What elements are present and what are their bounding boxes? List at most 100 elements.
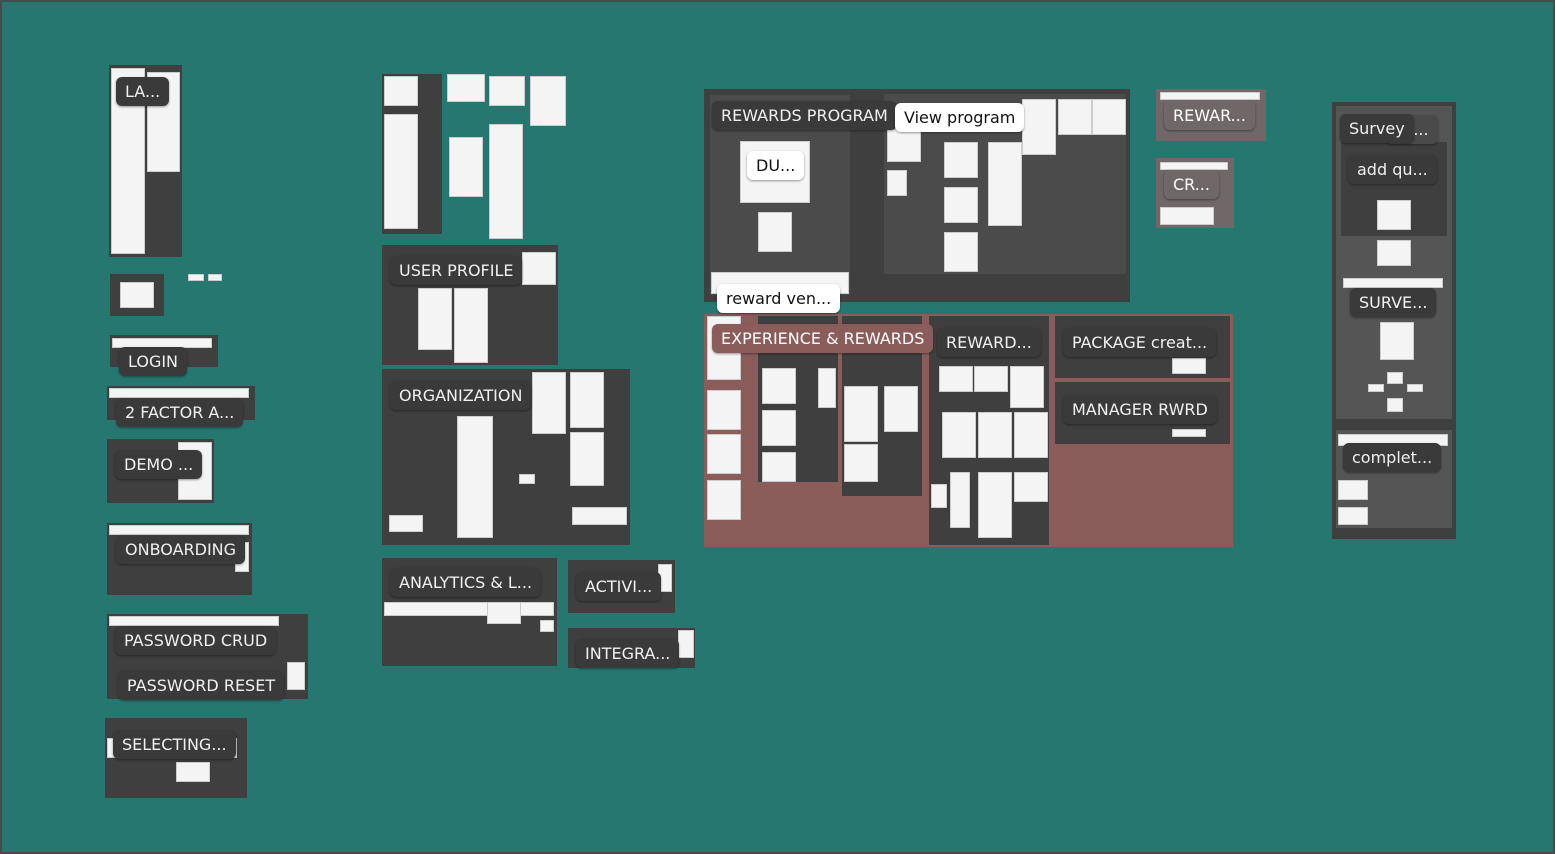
screen-thumbnail[interactable] [532,372,566,434]
screen-thumbnail[interactable] [572,507,627,525]
screen-thumbnail[interactable] [887,170,907,196]
screen-thumbnail[interactable] [418,288,452,350]
section-label-reward-vendor[interactable]: reward ven... [717,284,841,313]
screen-thumbnail[interactable] [454,288,488,363]
section-label-cr[interactable]: CR... [1164,170,1219,199]
screen-thumbnail[interactable] [1092,99,1126,135]
screen-thumbnail[interactable] [988,142,1022,226]
screen-thumbnail[interactable] [758,212,792,252]
screen-thumbnail[interactable] [762,410,796,446]
section-label-login[interactable]: LOGIN [119,347,188,376]
screen-thumbnail[interactable] [489,124,523,239]
screen-thumbnail[interactable] [1010,366,1044,408]
screen-thumbnail[interactable] [384,114,418,229]
screen-thumbnail[interactable] [944,187,978,223]
screen-thumbnail[interactable] [939,366,973,392]
screen-thumbnail[interactable] [570,432,604,486]
screen-thumbnail[interactable] [762,452,796,482]
screen-thumbnail[interactable] [1387,398,1403,412]
section-label-reward[interactable]: REWARD... [937,328,1041,357]
screen-thumbnail[interactable] [109,616,279,626]
screen-thumbnail[interactable] [1338,480,1368,500]
screen-thumbnail[interactable] [1377,200,1411,230]
screen-thumbnail[interactable] [188,274,204,281]
section-label-onboarding[interactable]: ONBOARDING [116,535,246,564]
screen-thumbnail[interactable] [1172,429,1206,437]
screen-thumbnail[interactable] [522,252,556,285]
screen-thumbnail[interactable] [120,282,154,308]
screen-thumbnail[interactable] [449,137,483,197]
section-label-view-program[interactable]: View program [895,103,1025,132]
screen-thumbnail[interactable] [287,662,305,690]
screen-thumbnail[interactable] [707,480,741,520]
screen-thumbnail[interactable] [489,76,525,106]
section-label-rewar[interactable]: REWAR... [1164,101,1255,130]
section-label-rewards-program[interactable]: REWARDS PROGRAM [712,101,897,130]
screen-thumbnail[interactable] [944,232,978,272]
screen-thumbnail[interactable] [762,368,796,404]
screen-thumbnail[interactable] [1172,358,1206,374]
screen-thumbnail[interactable] [678,630,694,658]
section-label-surve[interactable]: SURVE... [1350,288,1437,317]
section-label-add-question[interactable]: add qu... [1348,155,1437,184]
screen-thumbnail[interactable] [1387,372,1403,384]
screen-thumbnail[interactable] [1058,99,1092,135]
screen-thumbnail[interactable] [1014,412,1048,458]
section-label-complete[interactable]: complet... [1343,443,1442,472]
screen-thumbnail[interactable] [530,76,566,126]
screen-thumbnail[interactable] [176,762,210,782]
section-label-du[interactable]: DU... [747,151,805,180]
screen-thumbnail[interactable] [974,366,1008,392]
screen-thumbnail[interactable] [384,602,554,616]
screen-thumbnail[interactable] [1160,92,1260,100]
screen-thumbnail[interactable] [487,602,521,624]
screen-thumbnail[interactable] [208,274,222,281]
section-label-password-crud[interactable]: PASSWORD CRUD [115,626,277,655]
section-label-manager-rwrd[interactable]: MANAGER RWRD [1063,395,1217,424]
screen-thumbnail[interactable] [818,368,836,408]
section-label-user-profile[interactable]: USER PROFILE [390,256,523,285]
screen-thumbnail[interactable] [944,142,978,178]
screen-thumbnail[interactable] [384,76,418,106]
section-label-2fa[interactable]: 2 FACTOR A... [116,398,244,427]
screen-thumbnail[interactable] [570,372,604,428]
section-label-activity[interactable]: ACTIVI... [576,572,662,601]
screen-thumbnail[interactable] [1377,240,1411,266]
screen-thumbnail[interactable] [942,412,976,458]
screen-thumbnail[interactable] [519,474,535,484]
screen-thumbnail[interactable] [1368,384,1384,392]
screen-thumbnail[interactable] [950,472,970,528]
screen-thumbnail[interactable] [1014,472,1048,502]
section-label-survey[interactable]: Survey [1340,114,1414,143]
screen-thumbnail[interactable] [389,515,423,532]
section-label-demo[interactable]: DEMO ... [115,450,203,479]
screen-thumbnail[interactable] [540,620,554,632]
screen-thumbnail[interactable] [978,412,1012,458]
screen-thumbnail[interactable] [707,434,741,474]
screen-thumbnail[interactable] [931,484,947,508]
section-label-integrations[interactable]: INTEGRA... [576,639,680,668]
section-label-organization[interactable]: ORGANIZATION [390,381,532,410]
screen-thumbnail[interactable] [1160,207,1214,225]
screen-thumbnail[interactable] [1160,162,1228,170]
screen-thumbnail[interactable] [109,525,249,535]
screen-thumbnail[interactable] [457,416,493,538]
screen-thumbnail[interactable] [1407,384,1423,392]
section-label-landing[interactable]: LA... [116,77,170,106]
screen-thumbnail[interactable] [1380,322,1414,360]
screen-thumbnail[interactable] [447,74,485,102]
screen-thumbnail[interactable] [844,444,878,482]
screen-thumbnail[interactable] [1338,507,1368,525]
screen-thumbnail[interactable] [884,386,918,432]
screen-thumbnail[interactable] [707,390,741,430]
screen-thumbnail[interactable] [1343,278,1443,288]
section-label-password-reset[interactable]: PASSWORD RESET [118,671,285,700]
section-label-selecting[interactable]: SELECTING... [113,730,236,759]
screen-thumbnail[interactable] [978,472,1012,538]
screen-thumbnail[interactable] [1022,99,1056,155]
section-label-analytics[interactable]: ANALYTICS & L... [390,568,542,597]
section-label-package-create[interactable]: PACKAGE creat... [1063,328,1217,357]
screen-thumbnail[interactable] [109,388,249,398]
screen-thumbnail[interactable] [844,386,878,442]
section-label-experience-rewards[interactable]: EXPERIENCE & REWARDS [712,324,934,353]
